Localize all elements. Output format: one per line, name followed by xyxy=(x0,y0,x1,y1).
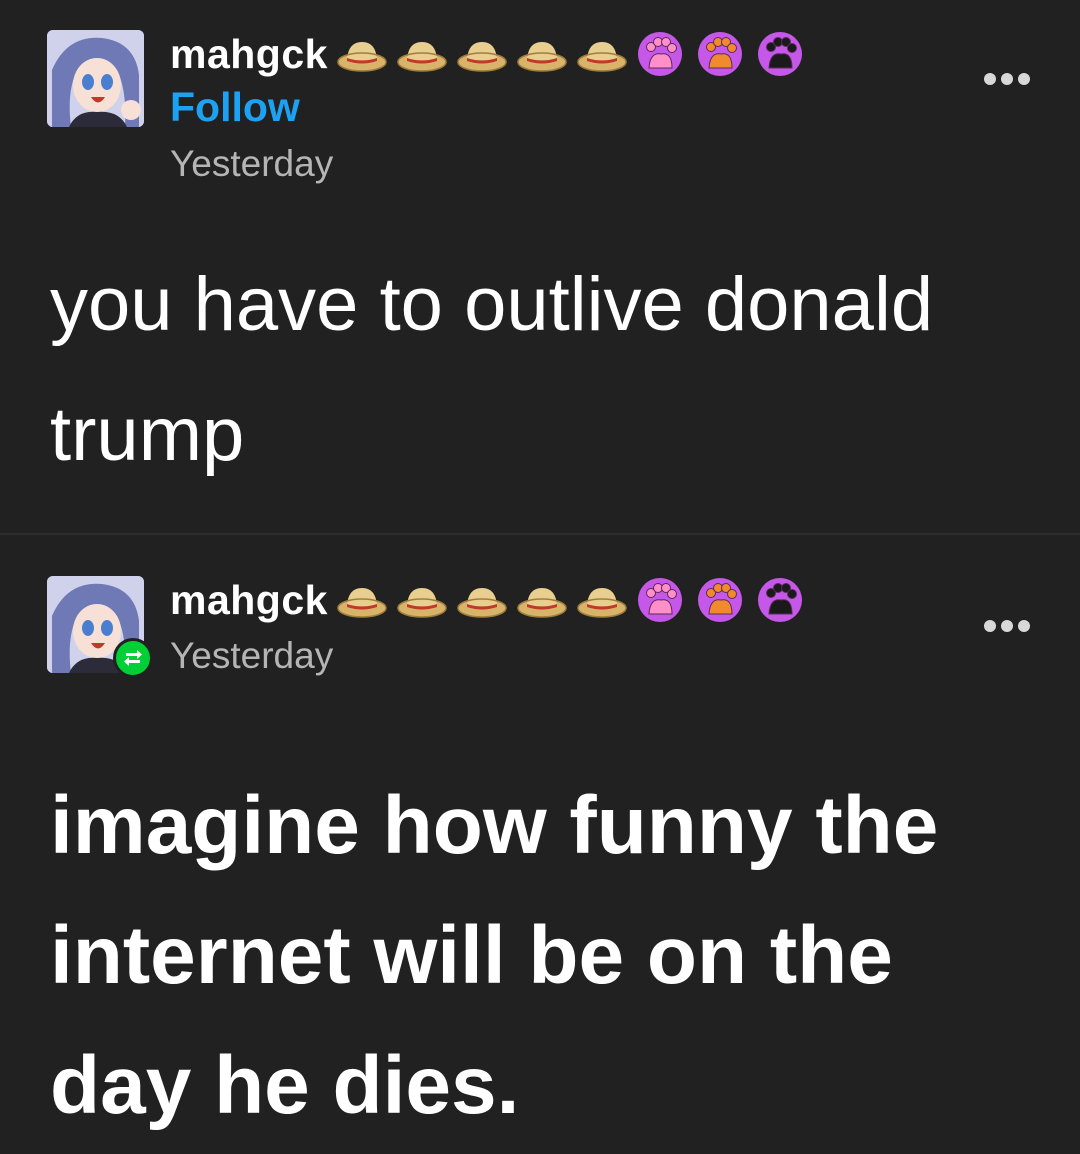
reblog-icon xyxy=(113,638,153,678)
paw-pink-icon xyxy=(636,30,688,78)
more-options-icon[interactable] xyxy=(984,619,1030,633)
username[interactable]: mahgck xyxy=(170,577,328,624)
post-original: mahgck Follow Yesterday you have to outl… xyxy=(0,0,1080,533)
straw-hat-icon xyxy=(456,30,508,78)
post-reblog: mahgck Yesterday imagine how funny the i… xyxy=(0,535,1080,1154)
straw-hat-icon xyxy=(396,576,448,624)
timestamp[interactable]: Yesterday xyxy=(170,635,333,677)
straw-hat-icon xyxy=(516,576,568,624)
paw-orange-icon xyxy=(696,576,748,624)
straw-hat-icon xyxy=(336,30,388,78)
post-body: imagine how funny the internet will be o… xyxy=(50,780,939,1131)
username-row: mahgck xyxy=(170,576,816,624)
username[interactable]: mahgck xyxy=(170,31,328,78)
straw-hat-icon xyxy=(396,30,448,78)
more-options-icon[interactable] xyxy=(984,72,1030,86)
straw-hat-icon xyxy=(456,576,508,624)
timestamp[interactable]: Yesterday xyxy=(170,143,333,185)
straw-hat-icon xyxy=(576,576,628,624)
straw-hat-icon xyxy=(576,30,628,78)
post-body: you have to outlive donald trump xyxy=(50,262,934,477)
follow-button[interactable]: Follow xyxy=(170,84,300,131)
avatar[interactable] xyxy=(47,30,144,127)
paw-pink-icon xyxy=(636,576,688,624)
paw-black-icon xyxy=(756,30,808,78)
username-row: mahgck xyxy=(170,30,816,78)
straw-hat-icon xyxy=(336,576,388,624)
paw-black-icon xyxy=(756,576,808,624)
paw-orange-icon xyxy=(696,30,748,78)
straw-hat-icon xyxy=(516,30,568,78)
